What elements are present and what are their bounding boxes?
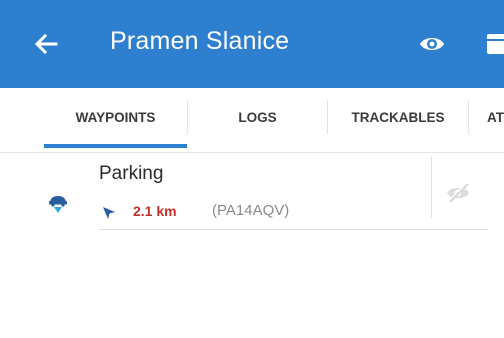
parking-car-icon xyxy=(46,192,70,214)
folder-icon xyxy=(487,34,504,54)
item-action-divider xyxy=(431,156,432,218)
waypoint-name: Parking xyxy=(99,163,164,184)
eye-icon xyxy=(420,38,444,50)
folder-button[interactable] xyxy=(487,33,504,55)
arrow-left-icon xyxy=(34,33,58,55)
direction-arrow-icon xyxy=(102,206,116,220)
tab-waypoints[interactable]: WAYPOINTS xyxy=(44,88,187,152)
waypoint-visibility-toggle[interactable] xyxy=(444,182,472,204)
waypoint-code: (PA14AQV) xyxy=(212,202,290,219)
eye-off-icon xyxy=(447,182,469,204)
active-tab-indicator xyxy=(44,144,187,148)
tab-logs[interactable]: LOGS xyxy=(188,88,327,152)
page-title: Pramen Slanice xyxy=(110,27,290,55)
visibility-button[interactable] xyxy=(419,32,445,56)
app-bar: Pramen Slanice xyxy=(0,0,504,88)
tab-trackables[interactable]: TRACKABLES xyxy=(328,88,468,152)
cache-detail-screen: Pramen Slanice WAYPOINTS LOGS TRACKABLES… xyxy=(0,0,504,338)
tab-attributes[interactable]: AT xyxy=(469,88,504,152)
waypoint-distance: 2.1 km xyxy=(133,203,177,219)
back-button[interactable] xyxy=(30,28,62,60)
row-divider xyxy=(99,229,488,230)
tab-bar: WAYPOINTS LOGS TRACKABLES AT xyxy=(0,88,504,153)
